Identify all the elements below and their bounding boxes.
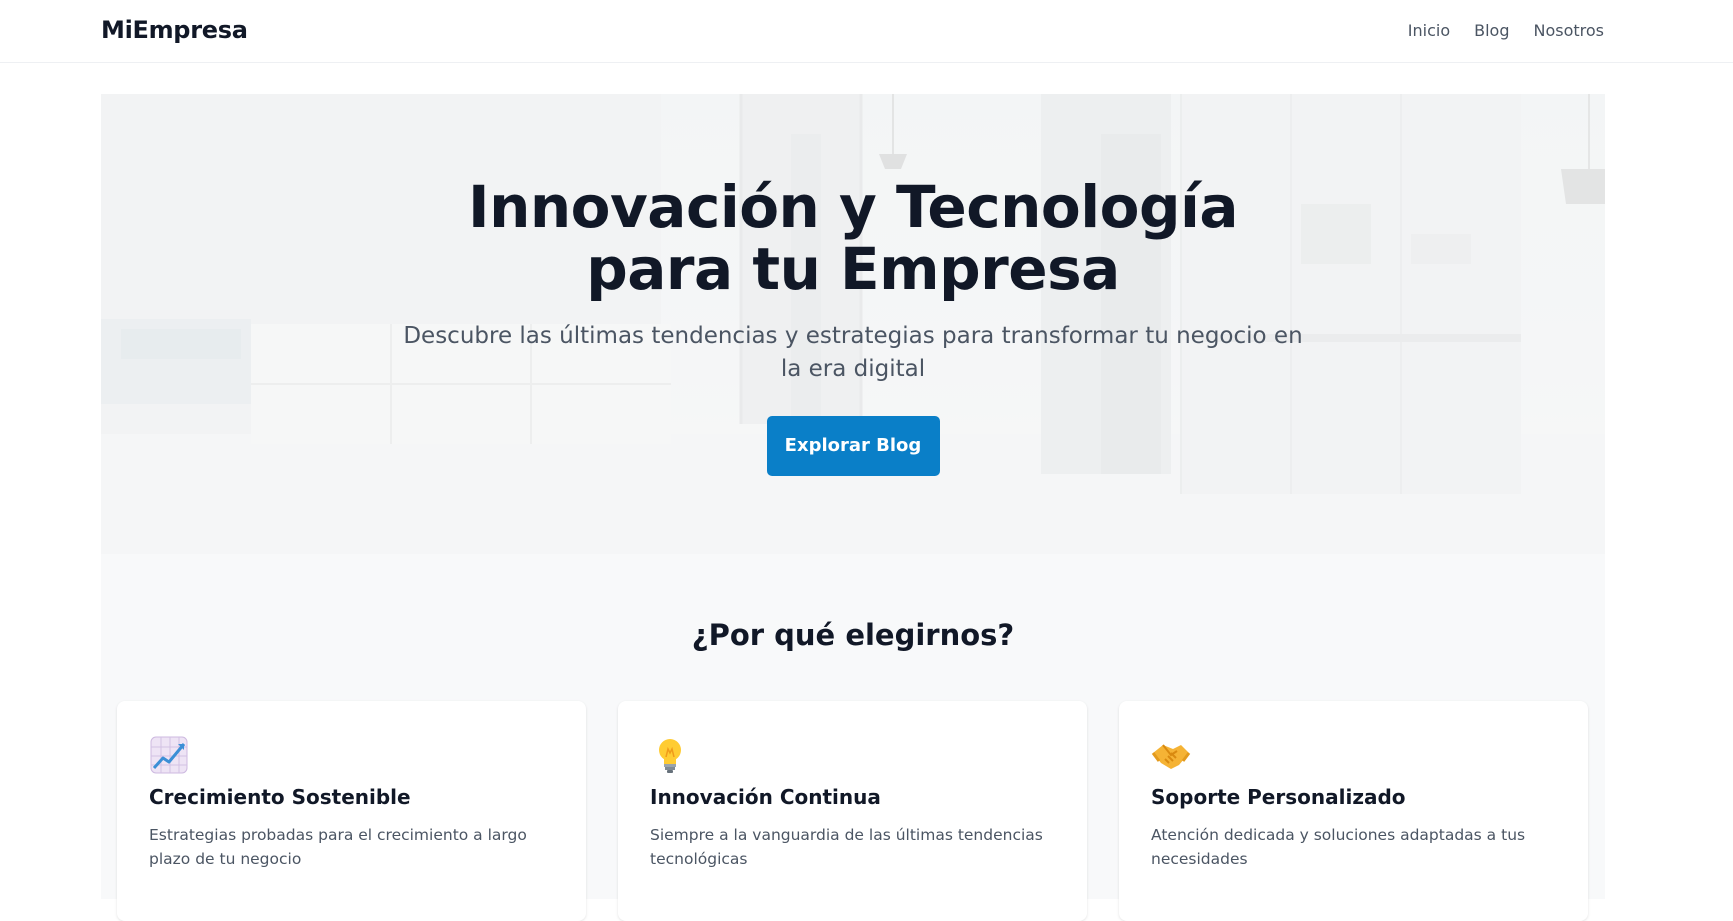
feature-card-title: Innovación Continua [650,785,881,809]
nav-links: Inicio Blog Nosotros [1408,21,1604,40]
feature-card: Innovación Continua Siempre a la vanguar… [618,701,1087,921]
light-bulb-icon [659,739,681,773]
chart-increasing-icon [150,736,188,774]
hero-title: Innovación y Tecnología para tu Empresa [467,173,1239,303]
features-title: ¿Por qué elegirnos? [691,618,1015,652]
feature-card-title: Crecimiento Sostenible [149,785,411,809]
nav-link-nosotros[interactable]: Nosotros [1533,21,1604,40]
hero-subtitle: Descubre las últimas tendencias y estrat… [403,323,1303,382]
feature-card: Soporte Personalizado Atención dedicada … [1119,701,1588,921]
brand-logo[interactable]: MiEmpresa [101,16,248,44]
navbar: MiEmpresa Inicio Blog Nosotros [0,0,1733,63]
nav-link-blog[interactable]: Blog [1474,21,1509,40]
explore-blog-button[interactable]: Explorar Blog [766,416,940,476]
nav-link-inicio[interactable]: Inicio [1408,21,1450,40]
feature-card-title: Soporte Personalizado [1151,785,1406,809]
feature-card: Crecimiento Sostenible Estrategias proba… [117,701,586,921]
handshake-icon [1151,744,1191,769]
feature-card-text: Atención dedicada y soluciones adaptadas… [1151,826,1526,868]
feature-card-text: Estrategias probadas para el crecimiento… [149,826,527,868]
features-section: ¿Por qué elegirnos? Crecimiento Sostenib… [101,554,1605,921]
feature-card-text: Siempre a la vanguardia de las últimas t… [650,826,1043,868]
hero-content: Innovación y Tecnología para tu Empresa … [101,176,1605,476]
hero-section: Innovación y Tecnología para tu Empresa … [101,94,1605,554]
